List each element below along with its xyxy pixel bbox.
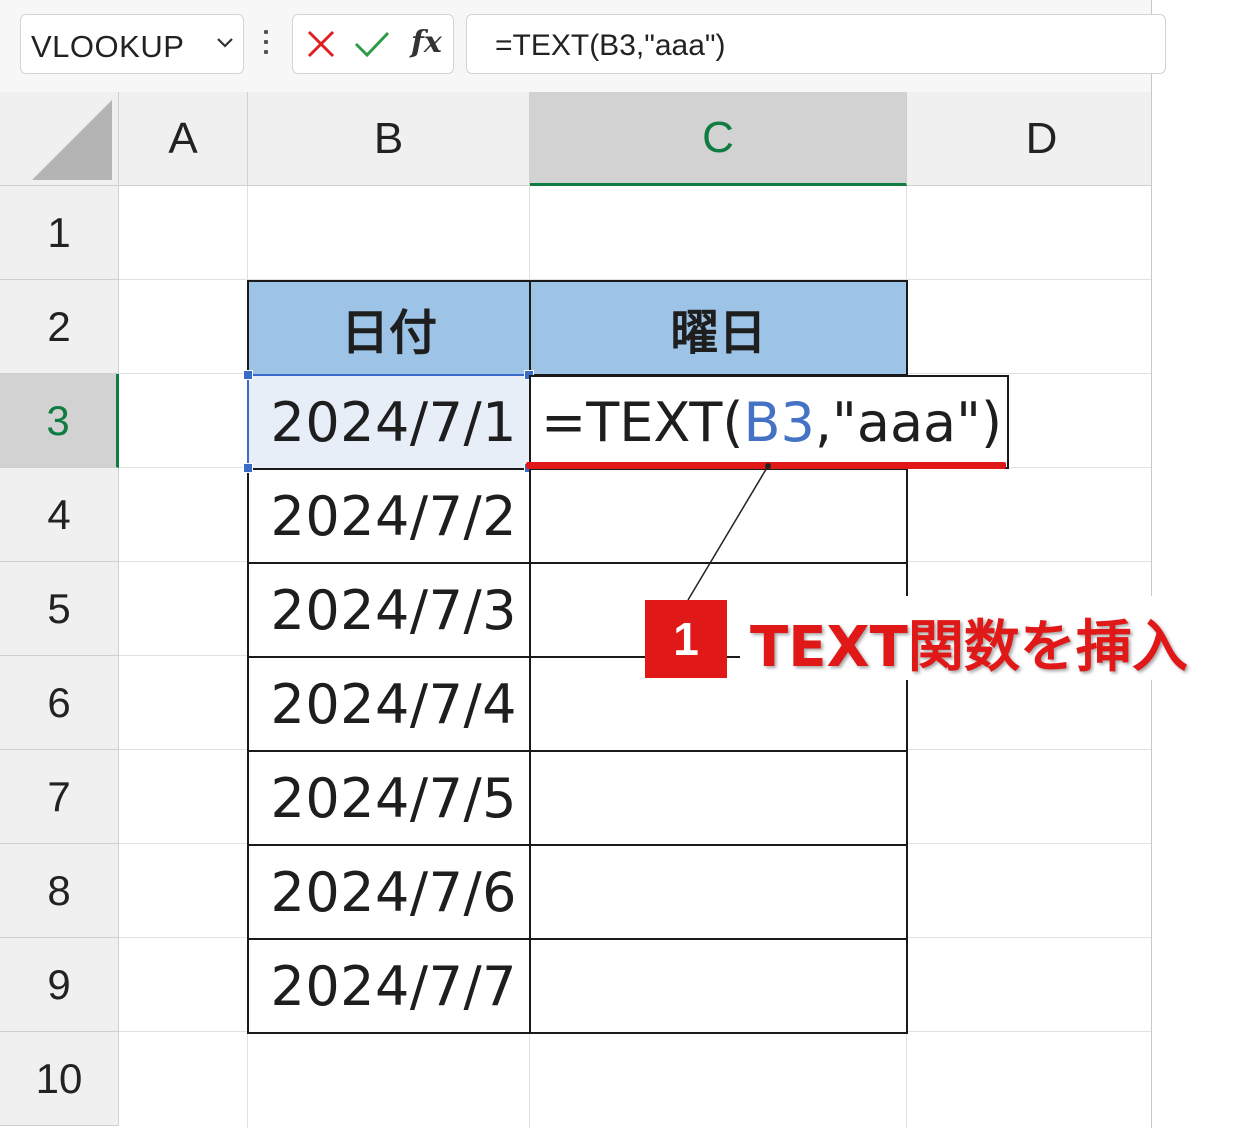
formula-buttons: fx [292, 14, 454, 74]
callout-text: TEXT関数を挿入 [750, 615, 1188, 680]
confirm-check-icon[interactable] [353, 28, 391, 60]
select-all-corner[interactable] [0, 92, 119, 186]
cell-c4[interactable] [529, 468, 908, 564]
row-header-4[interactable]: 4 [0, 468, 119, 562]
row-header-5[interactable]: 5 [0, 562, 119, 656]
selection-handle[interactable] [243, 463, 253, 473]
select-all-triangle-icon [32, 100, 112, 180]
row-header-10[interactable]: 10 [0, 1032, 119, 1126]
more-options-icon[interactable] [262, 30, 270, 62]
cell-b7[interactable]: 2024/7/5 [247, 750, 531, 846]
table-header-date[interactable]: 日付 [247, 280, 531, 376]
name-box[interactable]: VLOOKUP [20, 14, 244, 74]
cell-b6[interactable]: 2024/7/4 [247, 656, 531, 752]
column-header-a[interactable]: A [119, 92, 248, 186]
row-header-7[interactable]: 7 [0, 750, 119, 844]
step-badge: 1 [645, 600, 727, 678]
cell-c8[interactable] [529, 844, 908, 940]
formula-suffix: ,"aaa") [814, 390, 1003, 454]
cell-b9[interactable]: 2024/7/7 [247, 938, 531, 1034]
formula-reference: B3 [743, 390, 815, 454]
row-header-1[interactable]: 1 [0, 186, 119, 280]
table-header-weekday[interactable]: 曜日 [529, 280, 908, 376]
formula-input[interactable]: =TEXT(B3,"aaa") [466, 14, 1166, 74]
column-header-b[interactable]: B [248, 92, 530, 186]
cell-c3-editing[interactable]: =TEXT(B3 ,"aaa") [529, 375, 1009, 469]
row-header-3[interactable]: 3 [0, 374, 119, 468]
cell-b5[interactable]: 2024/7/3 [247, 562, 531, 658]
insert-function-button[interactable]: fx [411, 25, 442, 60]
cell-c7[interactable] [529, 750, 908, 846]
row-header-9[interactable]: 9 [0, 938, 119, 1032]
cancel-icon[interactable] [305, 28, 337, 60]
column-header-d[interactable]: D [907, 92, 1151, 186]
row-header-6[interactable]: 6 [0, 656, 119, 750]
column-header-c[interactable]: C [530, 92, 907, 186]
selection-handle[interactable] [243, 370, 253, 380]
cell-c9[interactable] [529, 938, 908, 1034]
cell-b3[interactable]: 2024/7/1 [247, 374, 531, 470]
cell-b4[interactable]: 2024/7/2 [247, 468, 531, 564]
formula-prefix: =TEXT( [541, 390, 744, 454]
name-box-value: VLOOKUP [31, 29, 185, 64]
highlight-underline [526, 462, 1006, 469]
row-header-8[interactable]: 8 [0, 844, 119, 938]
row-header-2[interactable]: 2 [0, 280, 119, 374]
formula-bar: VLOOKUP fx =TEXT(B3,"aaa") [0, 0, 1166, 92]
cell-b8[interactable]: 2024/7/6 [247, 844, 531, 940]
chevron-down-icon[interactable] [215, 36, 235, 50]
formula-text: =TEXT(B3,"aaa") [495, 29, 726, 62]
